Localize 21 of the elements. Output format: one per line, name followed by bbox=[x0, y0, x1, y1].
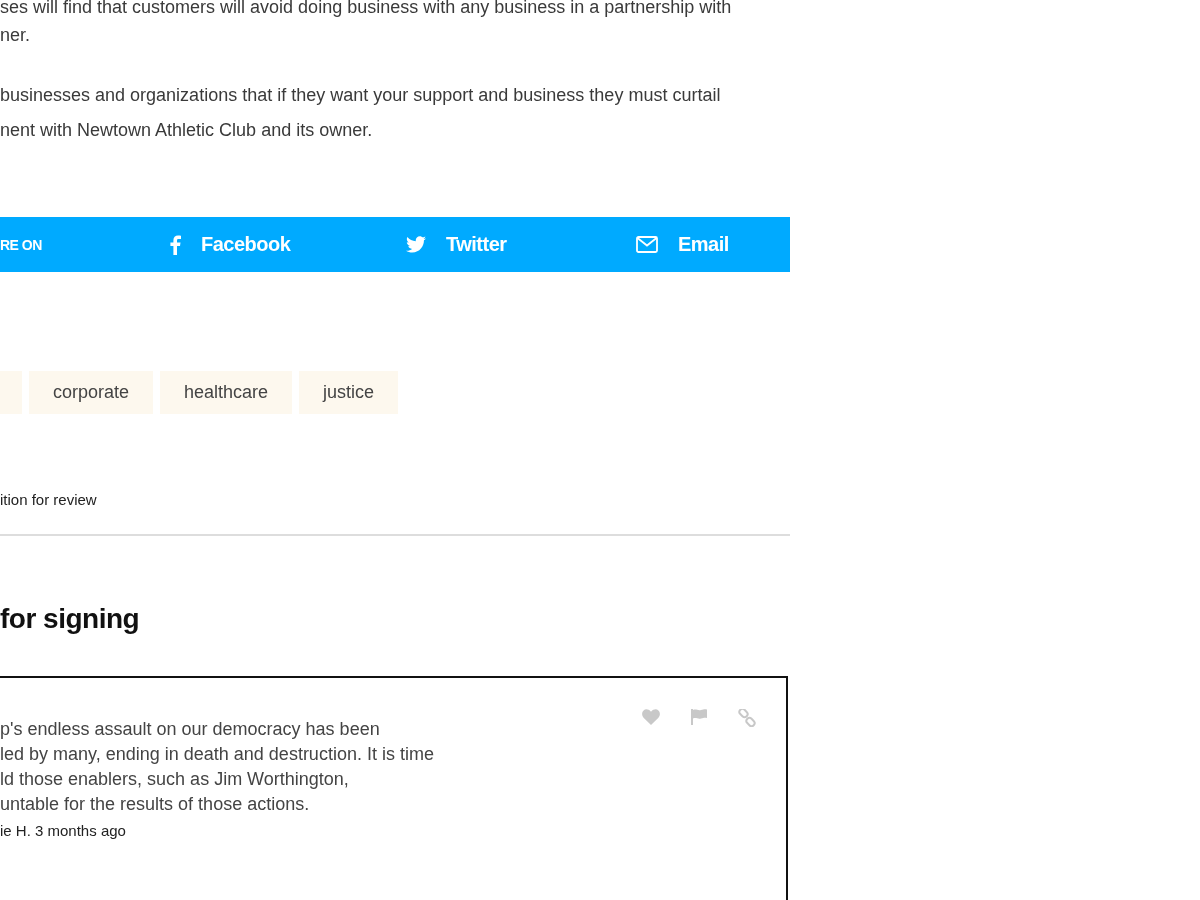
link-icon[interactable] bbox=[738, 709, 756, 727]
tag-chip[interactable]: corporate bbox=[29, 371, 154, 414]
heart-icon[interactable] bbox=[642, 709, 660, 725]
article-text: businesses and organizations that if they want your support and business they must curtail bbox=[0, 84, 722, 107]
share-label: RE ON bbox=[0, 236, 43, 253]
comment-text: led by many, ending in death and destruction. It is time bbox=[0, 743, 434, 766]
flag-icon[interactable] bbox=[690, 709, 708, 725]
tag-chip[interactable]: healthcare bbox=[160, 371, 293, 414]
section-heading: for signing bbox=[0, 602, 141, 636]
f-logo-icon bbox=[169, 234, 181, 255]
comment-text: ld those enablers, such as Jim Worthington, bbox=[0, 768, 350, 791]
comment-text: p's endless assault on our democracy has been bbox=[0, 718, 381, 741]
comment-meta: ie H. 3 months ago bbox=[0, 822, 127, 839]
article-text: ses will find that customers will avoid doing business with any business in a partnership with bbox=[0, 0, 733, 18]
petition-note: ition for review bbox=[0, 490, 98, 510]
bird-icon bbox=[406, 236, 426, 253]
article-text: nent with Newtown Athletic Club and its owner. bbox=[0, 119, 374, 142]
article-text: ner. bbox=[0, 24, 32, 47]
envelope-icon bbox=[636, 236, 658, 253]
tag-chip[interactable]: justice bbox=[299, 371, 399, 414]
comment-text: untable for the results of those actions. bbox=[0, 793, 311, 816]
